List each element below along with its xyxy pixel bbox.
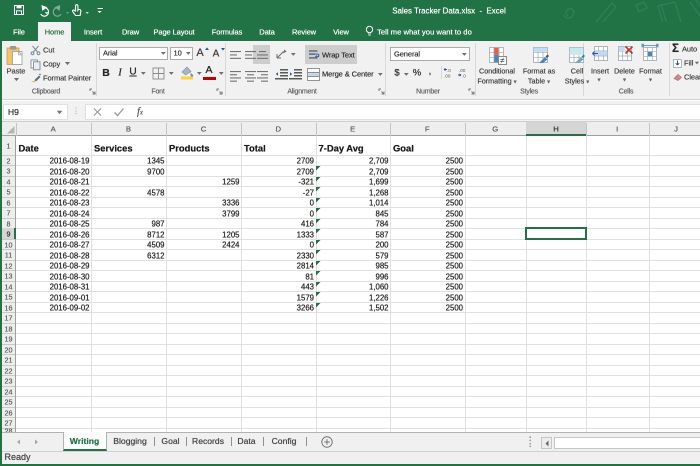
svg-text:.00: .00 [459,68,466,73]
svg-text:.0: .0 [462,74,466,79]
svg-text:.0: .0 [447,68,451,73]
svg-text:.00: .00 [444,74,451,79]
